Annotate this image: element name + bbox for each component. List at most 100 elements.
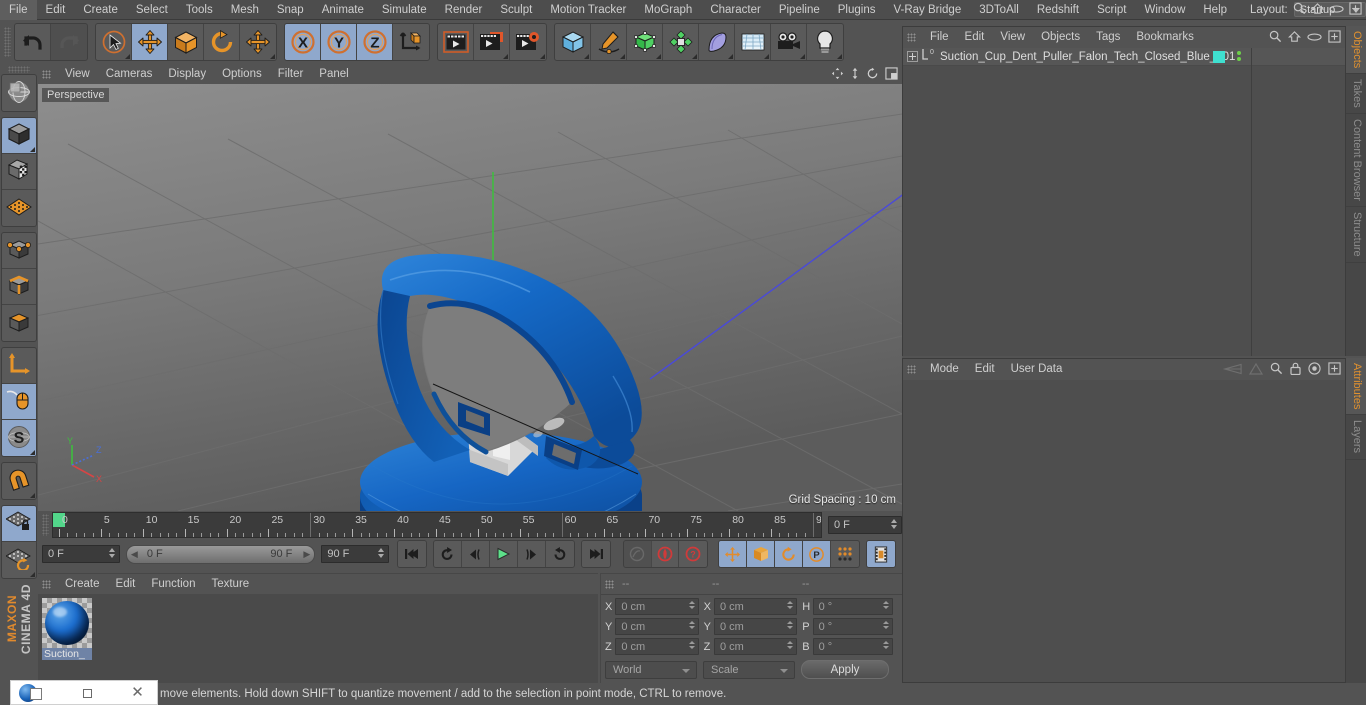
rotation-field[interactable]: 0 ° [812,618,893,635]
timeline-grip[interactable] [42,514,49,536]
polygon-mode-button[interactable] [2,305,36,341]
previous-keyframe-button[interactable] [434,541,463,567]
tab-takes[interactable]: Takes [1346,74,1366,115]
enable-snap-button[interactable]: S [2,420,36,456]
menu-3dtoall[interactable]: 3DToAll [970,0,1028,20]
dolly-icon[interactable] [850,67,860,83]
keyframe-selection-button[interactable]: ? [679,541,708,567]
x-axis-lock-button[interactable]: X [285,24,321,60]
play-button[interactable] [489,541,518,567]
add-environment-button[interactable] [735,24,771,60]
tab-layers[interactable]: Layers [1346,415,1366,460]
size-field[interactable]: 0 cm [713,598,798,615]
expand-icon[interactable] [1328,30,1341,46]
key-parameter-button[interactable]: P [803,541,832,567]
record-active-objects-button[interactable] [623,541,652,567]
add-cube-primitive-button[interactable] [555,24,591,60]
add-deformer-button[interactable] [663,24,699,60]
live-selection-button[interactable] [96,24,132,60]
rotation-field[interactable]: 0 ° [812,598,893,615]
viewport-solo-single-button[interactable] [2,384,36,420]
material-manager-grip[interactable] [42,579,51,589]
attribute-menu-mode[interactable]: Mode [922,359,967,380]
range-left-arrow-icon[interactable]: ◀ [131,549,138,560]
object-menu-edit[interactable]: Edit [957,27,993,48]
search-icon[interactable] [1270,362,1283,378]
menu-help[interactable]: Help [1194,0,1236,20]
coordinates-grip[interactable] [605,579,614,589]
key-pla-button[interactable] [831,541,860,567]
viewport-menu-display[interactable]: Display [160,64,214,84]
pan-icon[interactable] [831,67,844,83]
forward-nav-icon[interactable] [1248,362,1264,378]
material-preview[interactable] [42,598,92,648]
add-scene-object-button[interactable] [699,24,735,60]
object-menu-bookmarks[interactable]: Bookmarks [1128,27,1202,48]
stepper-arrows-icon[interactable] [787,641,794,649]
undo-button[interactable] [15,24,51,60]
current-frame-field[interactable]: 0 F [828,516,902,534]
timeline-ruler[interactable]: 0 5 10 15 20 25 30 35 40 45 50 55 60 65 70 75 80 85 90 [52,512,822,538]
coord-system-dropdown[interactable]: World [605,660,697,679]
menu-pipeline[interactable]: Pipeline [770,0,829,20]
tab-content-browser[interactable]: Content Browser [1346,114,1366,207]
stepper-arrows-icon[interactable] [883,601,889,609]
render-settings-button[interactable] [510,24,546,60]
object-row[interactable]: 0 Suction_Cup_Dent_Puller_Falon_Tech_Clos… [903,48,1345,66]
menu-mesh[interactable]: Mesh [222,0,268,20]
viewport-3d[interactable]: Perspective Grid Spacing : 10 cm Y X Z [38,84,902,511]
range-right-arrow-icon[interactable]: ▶ [303,549,310,560]
frame-range-slider[interactable]: ◀ 0 F 90 F ▶ [125,544,316,564]
stepper-arrows-icon[interactable] [688,621,695,629]
key-scale-button[interactable] [747,541,776,567]
material-menu-texture[interactable]: Texture [203,574,257,594]
add-camera-button[interactable] [771,24,807,60]
expand-icon[interactable] [1328,362,1341,378]
size-field[interactable]: 0 cm [713,638,798,655]
step-back-button[interactable] [462,541,490,567]
menu-script[interactable]: Script [1088,0,1135,20]
object-menu-view[interactable]: View [992,27,1033,48]
expand-icon[interactable] [1349,2,1362,15]
material-menu-edit[interactable]: Edit [108,574,144,594]
left-toolbar-grip[interactable] [8,66,30,73]
menu-sculpt[interactable]: Sculpt [491,0,541,20]
stepper-arrows-icon[interactable] [688,601,695,609]
position-field[interactable]: 0 cm [615,598,699,615]
attribute-menu-edit[interactable]: Edit [967,359,1003,380]
add-generator-button[interactable] [627,24,663,60]
menu-mograph[interactable]: MoGraph [635,0,701,20]
menu-character[interactable]: Character [701,0,770,20]
next-keyframe-button[interactable] [545,541,574,567]
stepper-arrows-icon[interactable] [883,621,889,629]
eye-icon[interactable] [1329,4,1344,14]
target-icon[interactable] [1308,362,1321,378]
menu-create[interactable]: Create [74,0,127,20]
eye-icon[interactable] [1307,32,1322,45]
texture-mode-button[interactable] [2,154,36,190]
workplane-mode-button[interactable] [2,190,36,226]
rotation-field[interactable]: 0 ° [812,638,893,655]
rotate-view-icon[interactable] [866,67,879,83]
menu-animate[interactable]: Animate [313,0,373,20]
search-icon[interactable] [1293,2,1306,15]
tab-structure[interactable]: Structure [1346,207,1366,263]
attribute-manager-body[interactable] [903,380,1345,682]
menu-tools[interactable]: Tools [177,0,222,20]
home-icon[interactable] [1311,2,1324,15]
render-view-button[interactable] [438,24,474,60]
maximize-icon[interactable] [83,689,92,698]
go-to-end-button[interactable] [581,541,610,567]
object-manager-body[interactable]: 0 Suction_Cup_Dent_Puller_Falon_Tech_Clos… [903,48,1345,356]
redo-button[interactable] [51,24,87,60]
object-manager-grip[interactable] [907,33,916,42]
add-light-button[interactable] [807,24,843,60]
material-item[interactable]: Suction_ [42,598,98,660]
point-mode-button[interactable] [2,233,36,269]
add-spline-button[interactable] [591,24,627,60]
stepper-arrows-icon[interactable] [108,548,115,558]
material-menu-create[interactable]: Create [57,574,108,594]
menu-render[interactable]: Render [436,0,492,20]
viewport-grip[interactable] [42,69,51,79]
maximize-view-icon[interactable] [885,67,898,83]
